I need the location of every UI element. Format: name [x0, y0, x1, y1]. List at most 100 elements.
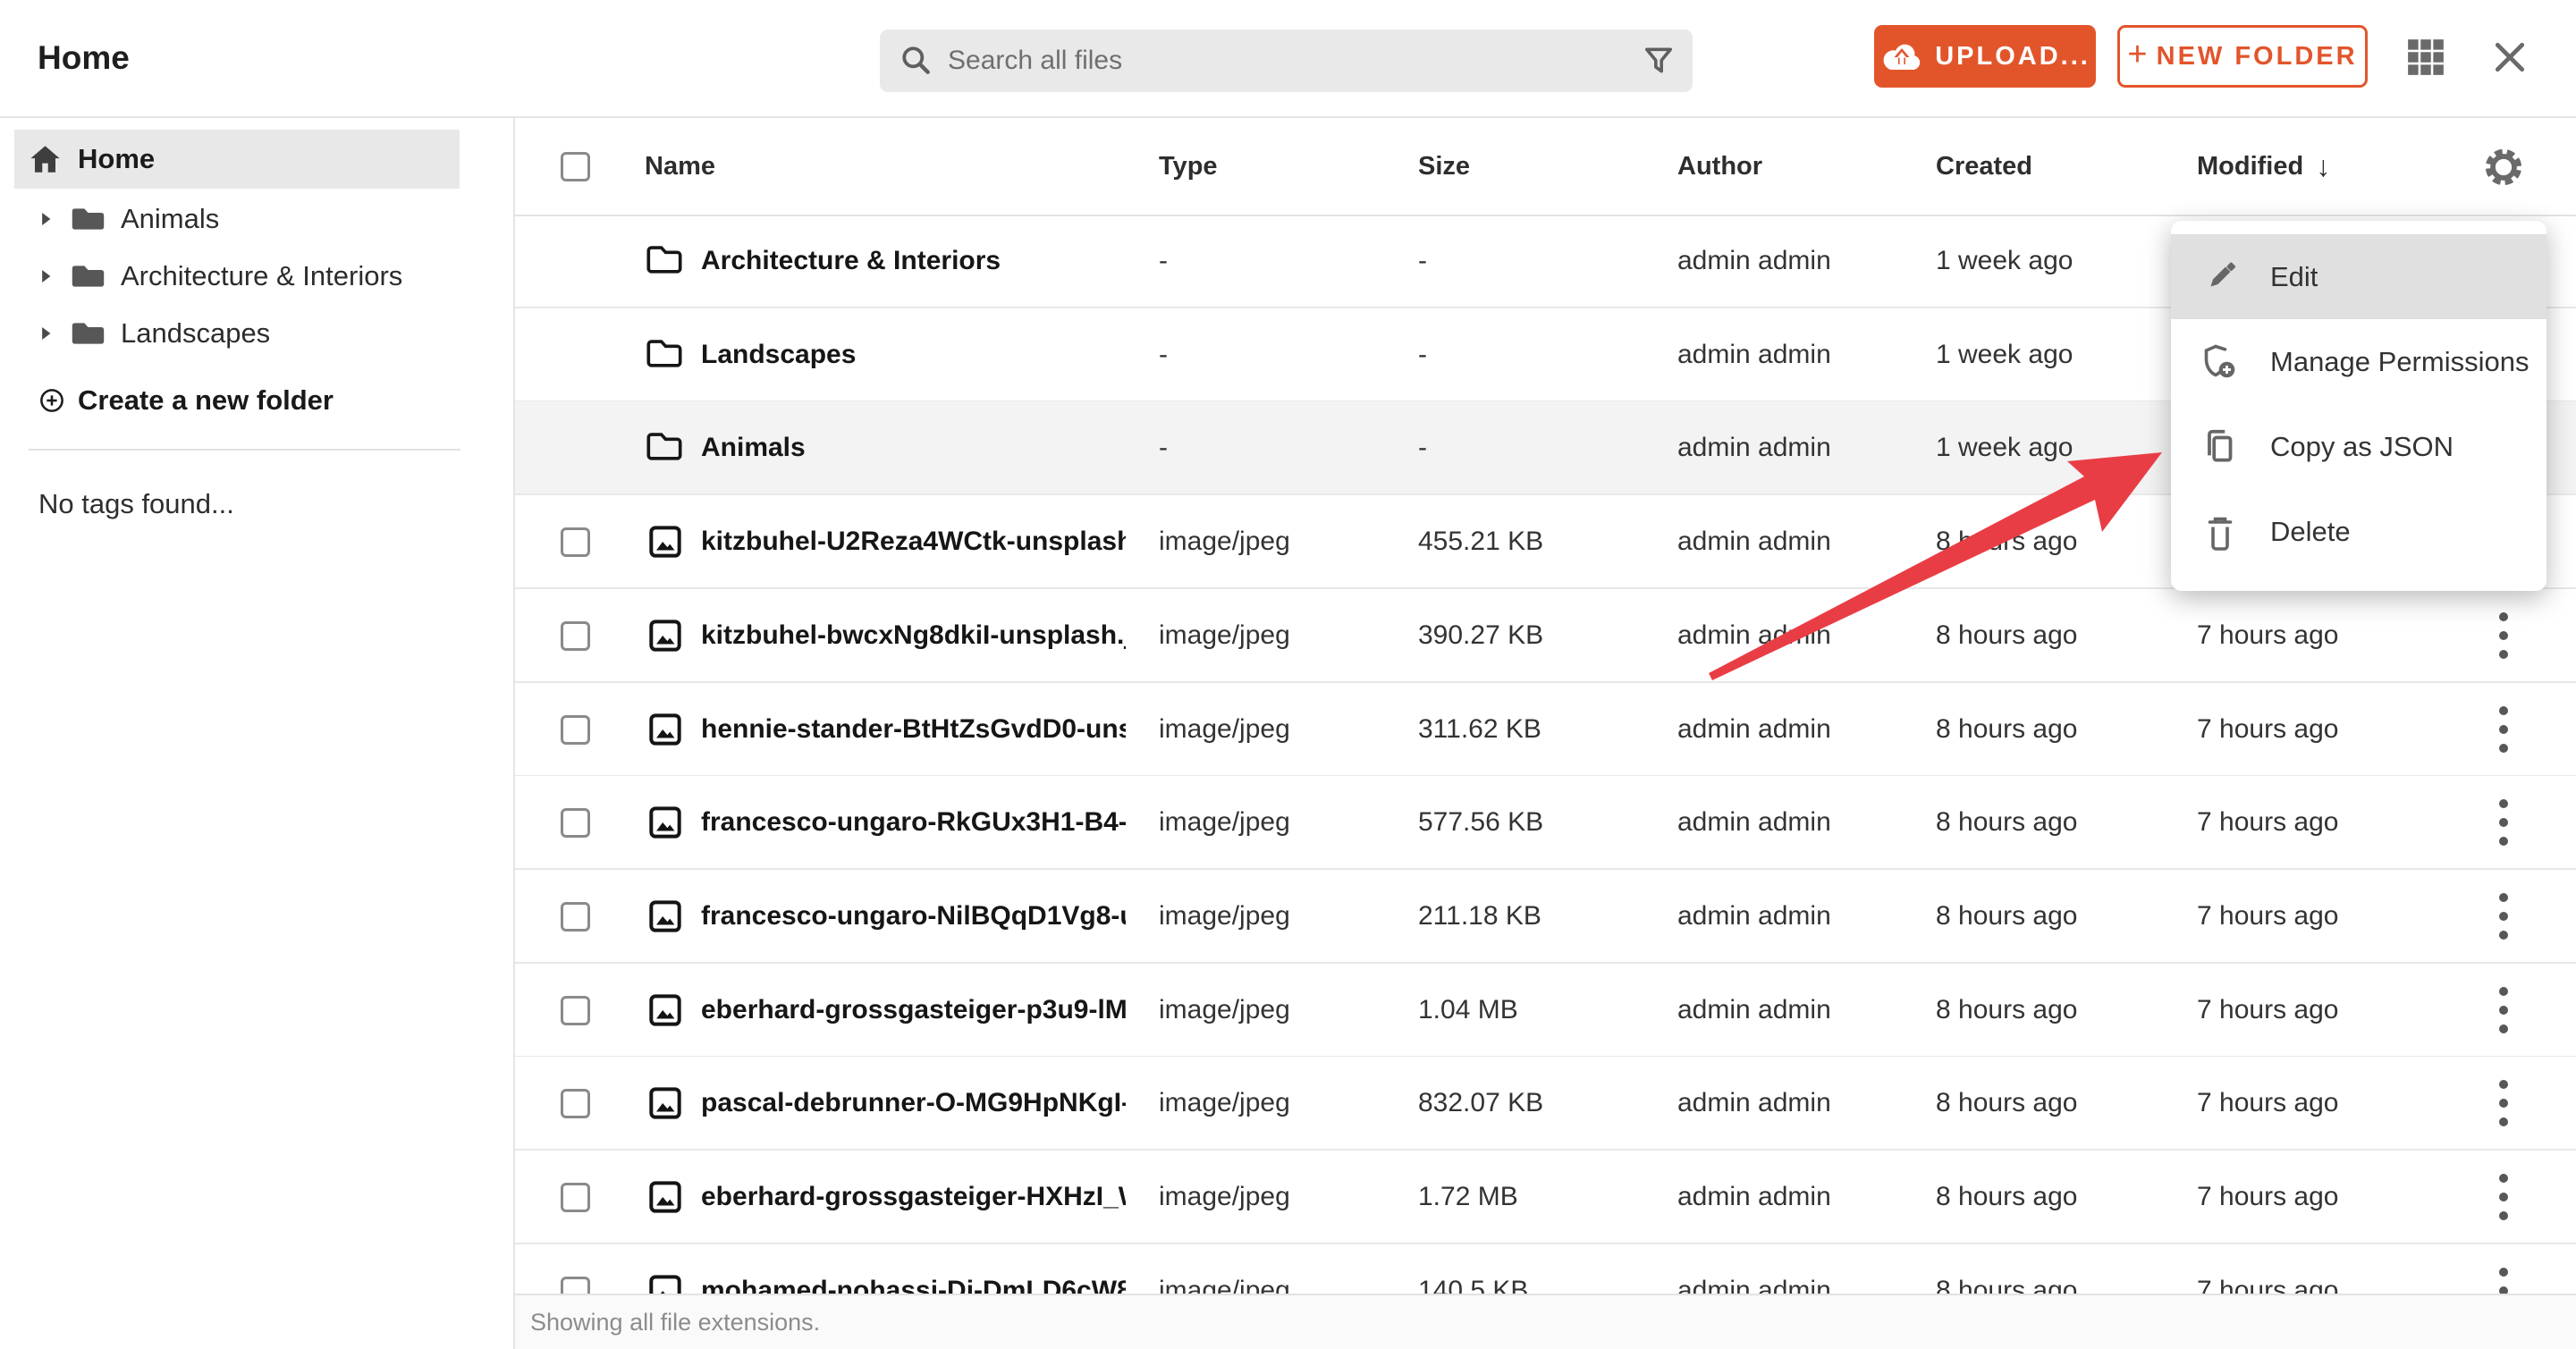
row-name: pascal-debrunner-O-MG9HpNKgI-...: [701, 1087, 1126, 1117]
row-menu-kebab-icon[interactable]: [2488, 964, 2519, 1056]
context-menu-label: Edit: [2270, 260, 2318, 292]
folder-icon: [645, 242, 684, 276]
context-menu-label: Delete: [2270, 515, 2351, 547]
row-checkbox[interactable]: [561, 1089, 590, 1118]
row-size: -: [1418, 432, 1427, 462]
sidebar: Home Animals Architecture & Interiors La…: [0, 118, 515, 1349]
folder-icon: [70, 320, 106, 347]
chevron-right-icon[interactable]: [40, 268, 52, 284]
pencil-icon: [2200, 257, 2240, 297]
filter-icon[interactable]: [1643, 45, 1675, 77]
table-row[interactable]: pascal-debrunner-O-MG9HpNKgI-... image/j…: [515, 1057, 2576, 1151]
search-input[interactable]: [948, 46, 1643, 76]
row-menu-kebab-icon[interactable]: [2488, 1151, 2519, 1243]
create-new-folder-button[interactable]: Create a new folder: [38, 383, 334, 418]
row-size: 311.62 KB: [1418, 713, 1541, 744]
folder-icon: [70, 263, 106, 290]
row-menu-kebab-icon[interactable]: [2488, 589, 2519, 681]
row-created: 8 hours ago: [1936, 1181, 2078, 1211]
row-checkbox[interactable]: [561, 1183, 590, 1212]
column-header-modified[interactable]: Modified ↓: [2197, 118, 2330, 215]
row-modified: 7 hours ago: [2197, 994, 2339, 1024]
row-author: admin admin: [1677, 245, 1831, 275]
row-author: admin admin: [1677, 806, 1831, 837]
sidebar-item-home[interactable]: Home: [14, 130, 460, 189]
table-row[interactable]: eberhard-grossgasteiger-HXHzI_W... image…: [515, 1151, 2576, 1244]
context-menu-item-manage-permissions[interactable]: Manage Permissions: [2171, 319, 2546, 404]
column-header-type[interactable]: Type: [1159, 118, 1218, 215]
row-created: 8 hours ago: [1936, 806, 2078, 837]
red-annotation-arrow: [1709, 452, 2162, 680]
column-settings-button[interactable]: [2480, 146, 2527, 189]
row-checkbox[interactable]: [561, 621, 590, 651]
row-created: 8 hours ago: [1936, 1087, 2078, 1117]
sidebar-folder-label: Animals: [121, 203, 220, 234]
chevron-right-icon[interactable]: [40, 325, 52, 341]
row-checkbox[interactable]: [561, 527, 590, 557]
row-type: image/jpeg: [1159, 900, 1290, 931]
row-menu-kebab-icon[interactable]: [2488, 776, 2519, 868]
row-checkbox[interactable]: [561, 902, 590, 932]
create-new-folder-label: Create a new folder: [78, 384, 334, 416]
row-modified: 7 hours ago: [2197, 620, 2339, 650]
table-row[interactable]: kitzbuhel-bwcxNg8dkiI-unsplash.jpg image…: [515, 589, 2576, 683]
column-header-created[interactable]: Created: [1936, 118, 2032, 215]
sidebar-folder-animals[interactable]: Animals: [0, 190, 501, 248]
row-checkbox[interactable]: [561, 996, 590, 1025]
image-file-icon: [648, 1180, 682, 1214]
row-author: admin admin: [1677, 1181, 1831, 1211]
table-row[interactable]: eberhard-grossgasteiger-p3u9-lMV... imag…: [515, 964, 2576, 1058]
row-type: image/jpeg: [1159, 1181, 1290, 1211]
column-header-size[interactable]: Size: [1418, 118, 1470, 215]
row-author: admin admin: [1677, 994, 1831, 1024]
row-name: hennie-stander-BtHtZsGvdD0-uns...: [701, 713, 1126, 744]
image-file-icon: [648, 712, 682, 746]
table-row[interactable]: francesco-ungaro-NilBQqD1Vg8-u... image/…: [515, 870, 2576, 964]
context-menu-item-delete[interactable]: Delete: [2171, 489, 2546, 574]
row-name: Animals: [701, 432, 806, 462]
sidebar-home-label: Home: [78, 143, 156, 174]
no-tags-text: No tags found...: [38, 488, 234, 519]
close-button[interactable]: [2489, 37, 2530, 78]
sidebar-folder-architecture[interactable]: Architecture & Interiors: [0, 248, 501, 305]
column-header-name[interactable]: Name: [645, 118, 715, 215]
top-bar: Home UPLOAD... + NEW FOLDER: [0, 0, 2576, 118]
search-icon: [899, 44, 933, 78]
copy-icon: [2200, 426, 2240, 468]
upload-cloud-icon: [1879, 40, 1922, 73]
row-type: image/jpeg: [1159, 1087, 1290, 1117]
row-name: francesco-ungaro-NilBQqD1Vg8-u...: [701, 900, 1126, 931]
status-bar: Showing all file extensions.: [515, 1294, 2576, 1349]
row-type: -: [1159, 245, 1168, 275]
sidebar-folder-landscapes[interactable]: Landscapes: [0, 305, 501, 362]
table-row[interactable]: hennie-stander-BtHtZsGvdD0-uns... image/…: [515, 683, 2576, 777]
upload-button[interactable]: UPLOAD...: [1874, 25, 2096, 88]
row-checkbox[interactable]: [561, 808, 590, 838]
folder-icon: [70, 206, 106, 232]
row-size: -: [1418, 339, 1427, 369]
column-header-modified-label: Modified: [2197, 151, 2304, 181]
image-file-icon: [648, 993, 682, 1027]
grid-view-button[interactable]: [2405, 37, 2446, 78]
column-header-author[interactable]: Author: [1677, 118, 1762, 215]
context-menu-item-edit[interactable]: Edit: [2171, 234, 2546, 319]
table-row[interactable]: francesco-ungaro-RkGUx3H1-B4-u... image/…: [515, 776, 2576, 870]
row-menu-kebab-icon[interactable]: [2488, 870, 2519, 962]
row-name: kitzbuhel-bwcxNg8dkiI-unsplash.jpg: [701, 620, 1126, 650]
plus-icon: +: [2127, 36, 2148, 73]
context-menu-item-copy-as-json[interactable]: Copy as JSON: [2171, 404, 2546, 489]
row-type: -: [1159, 432, 1168, 462]
row-created: 8 hours ago: [1936, 994, 2078, 1024]
row-menu-kebab-icon[interactable]: [2488, 1057, 2519, 1149]
context-menu-label: Manage Permissions: [2270, 345, 2530, 377]
select-all-checkbox[interactable]: [561, 152, 590, 181]
row-size: 211.18 KB: [1418, 900, 1541, 931]
row-checkbox[interactable]: [561, 715, 590, 745]
row-size: 390.27 KB: [1418, 620, 1544, 650]
row-type: image/jpeg: [1159, 994, 1290, 1024]
search-bar[interactable]: [880, 30, 1693, 92]
image-file-icon: [648, 805, 682, 839]
new-folder-button[interactable]: + NEW FOLDER: [2117, 25, 2368, 88]
row-menu-kebab-icon[interactable]: [2488, 683, 2519, 775]
chevron-right-icon[interactable]: [40, 211, 52, 227]
